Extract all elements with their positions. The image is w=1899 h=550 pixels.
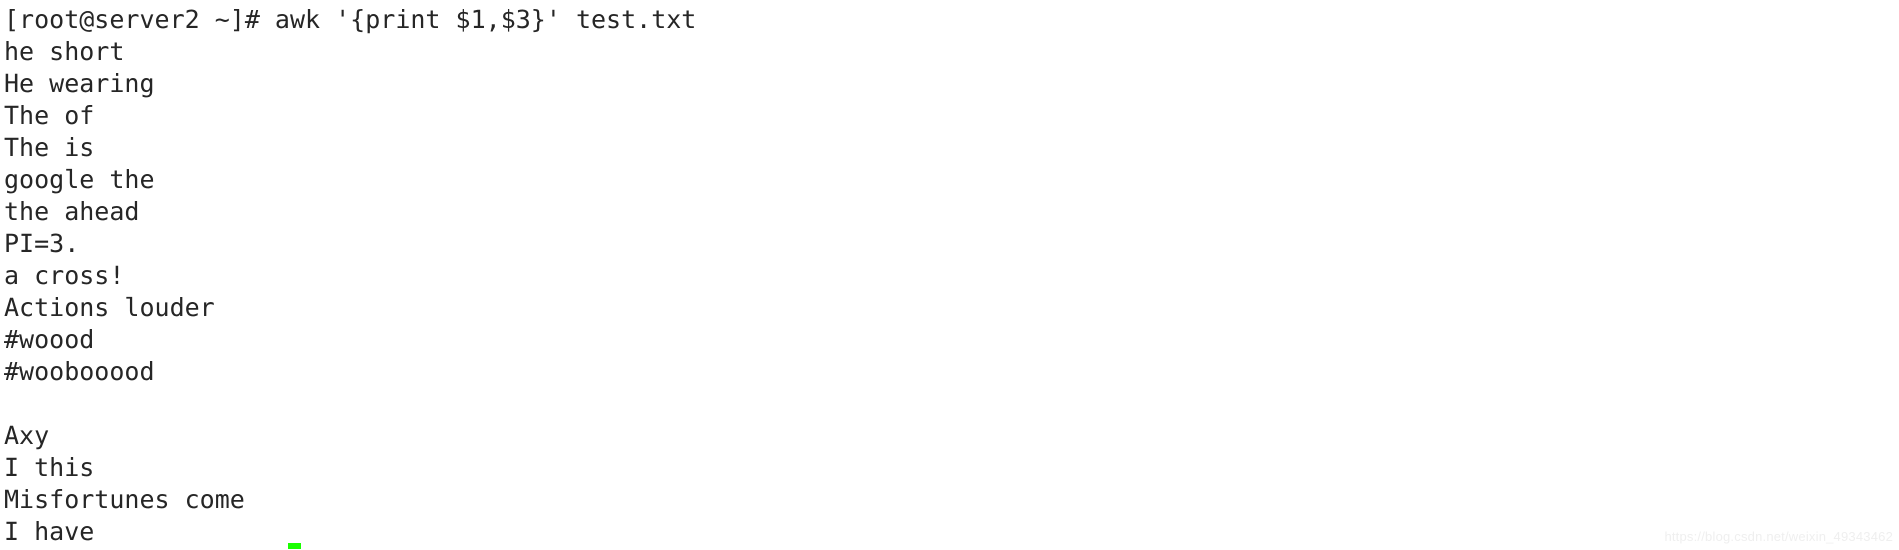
terminal-output-line: the ahead [4,197,140,226]
terminal-output-line: #woobooood [4,357,155,386]
terminal-output-line: PI=3. [4,229,80,258]
terminal-output-line: I this [4,453,95,482]
terminal-output-line: Actions louder [4,293,215,322]
terminal-cursor [288,543,301,549]
terminal-window[interactable]: [root@server2 ~]# awk '{print $1,$3}' te… [0,0,1899,550]
terminal-prompt-line: [root@server2 ~]# awk '{print $1,$3}' te… [4,5,697,34]
terminal-output: he short He wearing The of The is google the… [4,36,1899,548]
terminal-output-line: Misfortunes come [4,485,245,514]
terminal-output-line: google the [4,165,155,194]
terminal-output-line: The is [4,133,95,162]
terminal-output-line: Axy [4,421,50,450]
terminal-output-line: #woood [4,325,95,354]
terminal-output-line: a cross! [4,261,125,290]
terminal-output-line: The of [4,101,95,130]
terminal-output-line: He wearing [4,69,155,98]
watermark: https://blog.csdn.net/weixin_49343462 [1664,529,1893,544]
terminal-output-line: he short [4,37,125,66]
